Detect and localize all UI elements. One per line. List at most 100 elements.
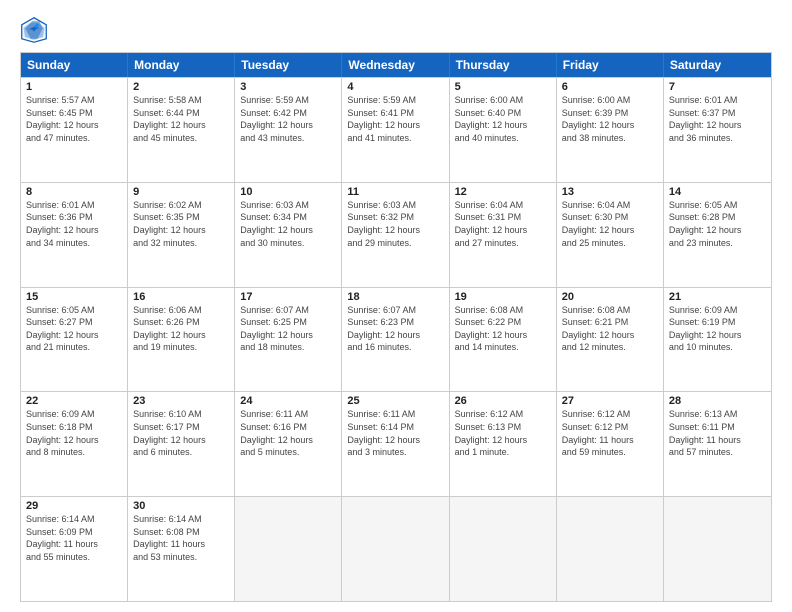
cal-day-8: 8Sunrise: 6:01 AM Sunset: 6:36 PM Daylig…	[21, 183, 128, 287]
cal-day-30: 30Sunrise: 6:14 AM Sunset: 6:08 PM Dayli…	[128, 497, 235, 601]
day-number: 29	[26, 500, 122, 512]
day-number: 11	[347, 186, 443, 198]
logo	[20, 16, 52, 44]
cal-day-empty	[450, 497, 557, 601]
day-number: 18	[347, 291, 443, 303]
cal-day-25: 25Sunrise: 6:11 AM Sunset: 6:14 PM Dayli…	[342, 392, 449, 496]
day-info: Sunrise: 6:02 AM Sunset: 6:35 PM Dayligh…	[133, 199, 229, 249]
day-info: Sunrise: 6:08 AM Sunset: 6:21 PM Dayligh…	[562, 304, 658, 354]
logo-icon	[20, 16, 48, 44]
calendar-week-3: 15Sunrise: 6:05 AM Sunset: 6:27 PM Dayli…	[21, 287, 771, 392]
day-info: Sunrise: 6:09 AM Sunset: 6:19 PM Dayligh…	[669, 304, 766, 354]
cal-day-2: 2Sunrise: 5:58 AM Sunset: 6:44 PM Daylig…	[128, 78, 235, 182]
cal-day-15: 15Sunrise: 6:05 AM Sunset: 6:27 PM Dayli…	[21, 288, 128, 392]
cal-day-empty	[235, 497, 342, 601]
cal-header-friday: Friday	[557, 53, 664, 77]
cal-day-6: 6Sunrise: 6:00 AM Sunset: 6:39 PM Daylig…	[557, 78, 664, 182]
cal-day-empty	[557, 497, 664, 601]
day-number: 20	[562, 291, 658, 303]
cal-day-26: 26Sunrise: 6:12 AM Sunset: 6:13 PM Dayli…	[450, 392, 557, 496]
cal-day-14: 14Sunrise: 6:05 AM Sunset: 6:28 PM Dayli…	[664, 183, 771, 287]
day-number: 3	[240, 81, 336, 93]
day-number: 17	[240, 291, 336, 303]
day-number: 8	[26, 186, 122, 198]
cal-day-23: 23Sunrise: 6:10 AM Sunset: 6:17 PM Dayli…	[128, 392, 235, 496]
day-number: 7	[669, 81, 766, 93]
day-number: 16	[133, 291, 229, 303]
day-info: Sunrise: 6:05 AM Sunset: 6:27 PM Dayligh…	[26, 304, 122, 354]
cal-header-tuesday: Tuesday	[235, 53, 342, 77]
day-number: 1	[26, 81, 122, 93]
cal-day-19: 19Sunrise: 6:08 AM Sunset: 6:22 PM Dayli…	[450, 288, 557, 392]
cal-day-4: 4Sunrise: 5:59 AM Sunset: 6:41 PM Daylig…	[342, 78, 449, 182]
cal-day-29: 29Sunrise: 6:14 AM Sunset: 6:09 PM Dayli…	[21, 497, 128, 601]
calendar-body: 1Sunrise: 5:57 AM Sunset: 6:45 PM Daylig…	[21, 77, 771, 601]
day-number: 19	[455, 291, 551, 303]
day-number: 12	[455, 186, 551, 198]
calendar: SundayMondayTuesdayWednesdayThursdayFrid…	[20, 52, 772, 602]
day-info: Sunrise: 6:14 AM Sunset: 6:09 PM Dayligh…	[26, 513, 122, 563]
day-number: 22	[26, 395, 122, 407]
day-info: Sunrise: 6:12 AM Sunset: 6:12 PM Dayligh…	[562, 408, 658, 458]
day-info: Sunrise: 5:59 AM Sunset: 6:41 PM Dayligh…	[347, 94, 443, 144]
cal-day-3: 3Sunrise: 5:59 AM Sunset: 6:42 PM Daylig…	[235, 78, 342, 182]
day-info: Sunrise: 5:59 AM Sunset: 6:42 PM Dayligh…	[240, 94, 336, 144]
day-info: Sunrise: 6:08 AM Sunset: 6:22 PM Dayligh…	[455, 304, 551, 354]
cal-day-28: 28Sunrise: 6:13 AM Sunset: 6:11 PM Dayli…	[664, 392, 771, 496]
day-number: 25	[347, 395, 443, 407]
cal-day-16: 16Sunrise: 6:06 AM Sunset: 6:26 PM Dayli…	[128, 288, 235, 392]
cal-day-9: 9Sunrise: 6:02 AM Sunset: 6:35 PM Daylig…	[128, 183, 235, 287]
day-number: 23	[133, 395, 229, 407]
day-info: Sunrise: 6:04 AM Sunset: 6:30 PM Dayligh…	[562, 199, 658, 249]
day-number: 5	[455, 81, 551, 93]
day-number: 24	[240, 395, 336, 407]
day-number: 15	[26, 291, 122, 303]
day-number: 9	[133, 186, 229, 198]
cal-day-20: 20Sunrise: 6:08 AM Sunset: 6:21 PM Dayli…	[557, 288, 664, 392]
cal-day-24: 24Sunrise: 6:11 AM Sunset: 6:16 PM Dayli…	[235, 392, 342, 496]
day-number: 6	[562, 81, 658, 93]
page: SundayMondayTuesdayWednesdayThursdayFrid…	[0, 0, 792, 612]
day-info: Sunrise: 6:11 AM Sunset: 6:14 PM Dayligh…	[347, 408, 443, 458]
calendar-week-4: 22Sunrise: 6:09 AM Sunset: 6:18 PM Dayli…	[21, 391, 771, 496]
day-number: 4	[347, 81, 443, 93]
cal-header-saturday: Saturday	[664, 53, 771, 77]
cal-header-wednesday: Wednesday	[342, 53, 449, 77]
day-info: Sunrise: 6:06 AM Sunset: 6:26 PM Dayligh…	[133, 304, 229, 354]
cal-day-10: 10Sunrise: 6:03 AM Sunset: 6:34 PM Dayli…	[235, 183, 342, 287]
day-number: 2	[133, 81, 229, 93]
day-number: 28	[669, 395, 766, 407]
day-info: Sunrise: 6:00 AM Sunset: 6:40 PM Dayligh…	[455, 94, 551, 144]
day-number: 10	[240, 186, 336, 198]
cal-day-18: 18Sunrise: 6:07 AM Sunset: 6:23 PM Dayli…	[342, 288, 449, 392]
cal-day-17: 17Sunrise: 6:07 AM Sunset: 6:25 PM Dayli…	[235, 288, 342, 392]
day-number: 30	[133, 500, 229, 512]
day-info: Sunrise: 6:00 AM Sunset: 6:39 PM Dayligh…	[562, 94, 658, 144]
cal-day-12: 12Sunrise: 6:04 AM Sunset: 6:31 PM Dayli…	[450, 183, 557, 287]
calendar-week-1: 1Sunrise: 5:57 AM Sunset: 6:45 PM Daylig…	[21, 77, 771, 182]
day-info: Sunrise: 6:01 AM Sunset: 6:36 PM Dayligh…	[26, 199, 122, 249]
day-info: Sunrise: 6:10 AM Sunset: 6:17 PM Dayligh…	[133, 408, 229, 458]
day-info: Sunrise: 6:11 AM Sunset: 6:16 PM Dayligh…	[240, 408, 336, 458]
day-info: Sunrise: 5:57 AM Sunset: 6:45 PM Dayligh…	[26, 94, 122, 144]
day-info: Sunrise: 6:01 AM Sunset: 6:37 PM Dayligh…	[669, 94, 766, 144]
cal-day-22: 22Sunrise: 6:09 AM Sunset: 6:18 PM Dayli…	[21, 392, 128, 496]
day-info: Sunrise: 6:03 AM Sunset: 6:34 PM Dayligh…	[240, 199, 336, 249]
header	[20, 16, 772, 44]
day-number: 14	[669, 186, 766, 198]
cal-day-empty	[664, 497, 771, 601]
cal-day-27: 27Sunrise: 6:12 AM Sunset: 6:12 PM Dayli…	[557, 392, 664, 496]
day-info: Sunrise: 6:12 AM Sunset: 6:13 PM Dayligh…	[455, 408, 551, 458]
cal-day-7: 7Sunrise: 6:01 AM Sunset: 6:37 PM Daylig…	[664, 78, 771, 182]
day-info: Sunrise: 6:05 AM Sunset: 6:28 PM Dayligh…	[669, 199, 766, 249]
cal-day-21: 21Sunrise: 6:09 AM Sunset: 6:19 PM Dayli…	[664, 288, 771, 392]
day-info: Sunrise: 5:58 AM Sunset: 6:44 PM Dayligh…	[133, 94, 229, 144]
cal-day-11: 11Sunrise: 6:03 AM Sunset: 6:32 PM Dayli…	[342, 183, 449, 287]
day-info: Sunrise: 6:04 AM Sunset: 6:31 PM Dayligh…	[455, 199, 551, 249]
calendar-week-5: 29Sunrise: 6:14 AM Sunset: 6:09 PM Dayli…	[21, 496, 771, 601]
day-number: 13	[562, 186, 658, 198]
day-number: 27	[562, 395, 658, 407]
calendar-header: SundayMondayTuesdayWednesdayThursdayFrid…	[21, 53, 771, 77]
day-number: 26	[455, 395, 551, 407]
cal-header-sunday: Sunday	[21, 53, 128, 77]
